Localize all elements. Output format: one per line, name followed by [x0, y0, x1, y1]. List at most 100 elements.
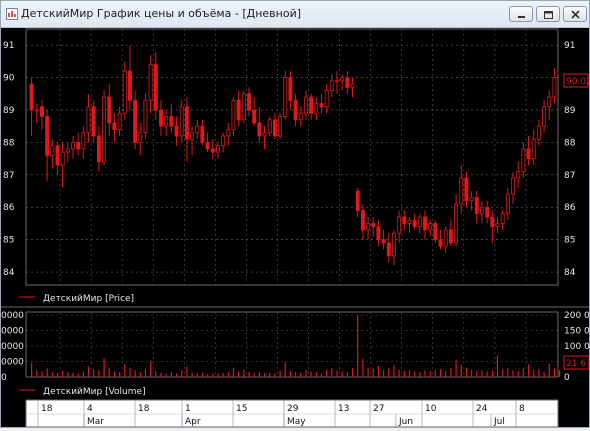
- candle: [309, 96, 314, 114]
- date-month-label: Mar: [87, 417, 104, 427]
- candle: [29, 83, 34, 111]
- chart-area[interactable]: 84848585868687878888898990909191 90.02 Д…: [1, 28, 590, 428]
- candle: [542, 106, 547, 127]
- candle: [127, 70, 132, 101]
- candle: [60, 151, 65, 166]
- candle: [267, 119, 272, 134]
- candle: [303, 96, 308, 114]
- price-tick-right: 87: [564, 171, 575, 181]
- volume-tick-left: 0000: [1, 358, 24, 368]
- restore-icon: [544, 11, 553, 19]
- last-price-label: 90.02: [566, 77, 589, 87]
- date-month-label: Jun: [398, 417, 413, 427]
- candlesticks: [29, 45, 557, 266]
- candle: [45, 116, 50, 156]
- candle: [133, 99, 138, 143]
- candle: [350, 83, 355, 88]
- candle: [71, 142, 75, 150]
- candle: [278, 116, 283, 137]
- candle: [174, 125, 179, 137]
- date-day-label: 8: [519, 404, 525, 414]
- candle: [293, 99, 298, 121]
- candle: [195, 125, 200, 134]
- candle: [485, 206, 490, 218]
- candle: [272, 119, 277, 137]
- candle: [262, 132, 267, 137]
- candle: [153, 64, 158, 111]
- restore-button[interactable]: [536, 6, 560, 22]
- title-bar[interactable]: ДетскийМир График цены и объёма - [Дневн…: [1, 1, 589, 28]
- close-button[interactable]: [563, 6, 587, 22]
- candle: [107, 96, 112, 124]
- candle: [164, 116, 169, 127]
- chart-window: ДетскийМир График цены и объёма - [Дневн…: [0, 0, 590, 428]
- volume-tick-right: 200 0: [564, 311, 589, 321]
- price-tick-left: 85: [3, 236, 14, 246]
- price-tick-right: 91: [564, 41, 575, 51]
- candle: [376, 226, 381, 241]
- candle: [459, 177, 464, 205]
- price-tick-left: 87: [3, 171, 14, 181]
- candle: [402, 216, 407, 224]
- date-day-label: 24: [476, 404, 488, 414]
- candle: [39, 106, 44, 117]
- candle: [314, 103, 319, 114]
- candle: [91, 106, 96, 137]
- candle: [552, 77, 557, 98]
- candle: [138, 132, 143, 143]
- candle: [252, 109, 257, 124]
- price-tick-right: 85: [564, 236, 575, 246]
- minimize-icon: [518, 16, 525, 18]
- candle: [438, 239, 443, 247]
- candle: [179, 106, 184, 137]
- candle: [231, 99, 236, 130]
- candle: [386, 242, 391, 257]
- candle: [148, 64, 153, 101]
- candle: [335, 80, 339, 83]
- candle: [381, 239, 386, 244]
- volume-tick-left: 0: [1, 373, 7, 383]
- candle: [521, 148, 526, 172]
- date-day-label: 15: [236, 404, 247, 414]
- candle: [433, 223, 438, 241]
- candle: [283, 77, 288, 117]
- date-day-label: 18: [138, 404, 150, 414]
- candle: [236, 99, 241, 121]
- date-day-label: 10: [425, 404, 437, 414]
- candle: [340, 77, 345, 82]
- candle: [443, 229, 448, 247]
- volume-panel[interactable]: [25, 311, 559, 378]
- candle: [516, 171, 521, 179]
- candle: [190, 132, 195, 140]
- volume-bars: [30, 315, 561, 377]
- date-day-label: 29: [287, 404, 299, 414]
- candle: [117, 112, 122, 130]
- candle: [143, 99, 148, 134]
- price-tick-left: 91: [3, 41, 14, 51]
- price-tick-right: 84: [564, 268, 576, 278]
- price-tick-labels: 84848585868687878888898990909191: [3, 41, 576, 278]
- price-volume-chart[interactable]: 84848585868687878888898990909191 90.02 Д…: [1, 28, 590, 428]
- volume-tick-right: 150 0: [564, 327, 589, 337]
- volume-tick-left: 0000: [1, 327, 24, 337]
- candle: [122, 70, 127, 114]
- candle: [474, 197, 479, 215]
- candle: [324, 90, 329, 108]
- candle: [500, 213, 505, 224]
- price-tick-right: 88: [564, 138, 576, 148]
- candle: [423, 216, 427, 231]
- candle: [319, 103, 324, 108]
- candle: [298, 112, 303, 121]
- minimize-button[interactable]: [509, 6, 533, 22]
- candle: [205, 142, 210, 150]
- candle: [65, 148, 70, 153]
- volume-tick-right: 100 0: [564, 342, 589, 352]
- candle: [50, 145, 55, 156]
- volume-legend-label: ДетскийМир [Volume]: [43, 387, 146, 397]
- volume-tick-right: 0: [564, 373, 570, 383]
- price-tick-left: 88: [3, 138, 15, 148]
- candle: [226, 129, 231, 137]
- candle: [469, 197, 474, 202]
- candle: [241, 93, 246, 121]
- price-tick-left: 84: [3, 268, 15, 278]
